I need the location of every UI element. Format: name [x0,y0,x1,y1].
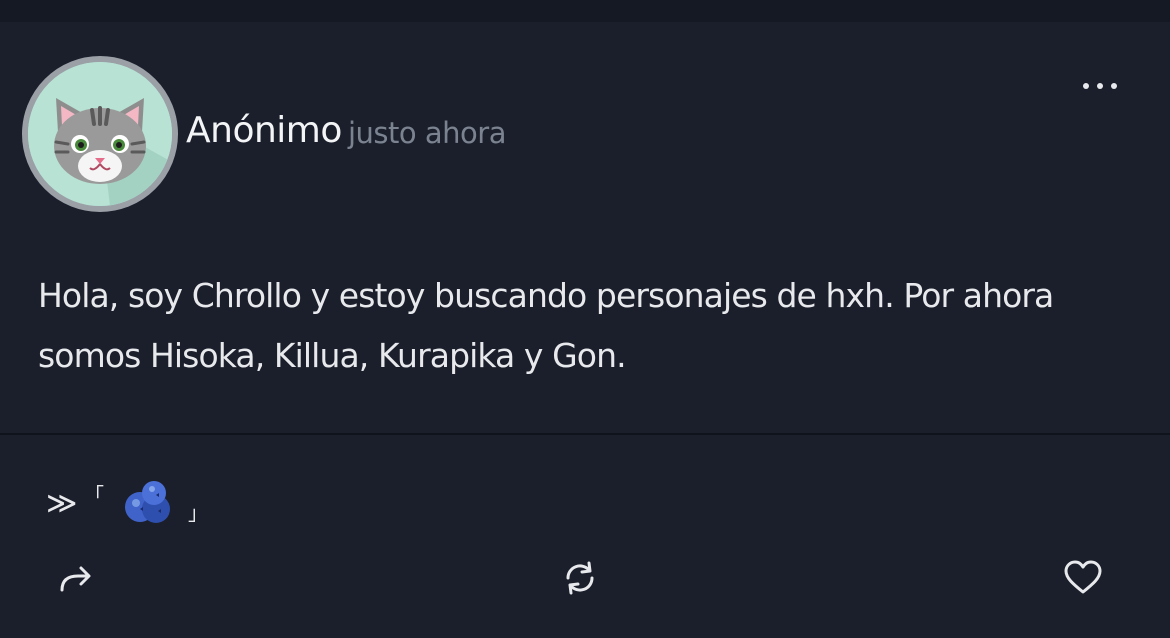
post-body-line: somos Hisoka, Killua, Kurapika y Gon. [38,336,627,375]
post-timestamp: justo ahora [348,116,506,150]
chevrons: ≫ [46,486,78,521]
share-arrow-icon [60,566,91,592]
like-button[interactable] [1061,556,1105,600]
heart-icon [1064,560,1102,594]
post-body-line: Hola, soy Chrollo y estoy buscando perso… [38,276,1054,315]
post-card: Anónimo justo ahora Hola, soy Chrollo y … [0,22,1170,638]
open-bracket: 「 [84,483,104,507]
top-strip [0,0,1170,22]
post-signature: ≫ 「 」 [44,477,224,527]
close-bracket: 」 [188,501,208,525]
repost-icon [566,561,594,595]
divider [0,433,1170,435]
more-options-button[interactable] [1078,74,1122,98]
share-button[interactable] [54,556,98,600]
more-options-icon [1083,83,1117,89]
repost-button[interactable] [558,556,602,600]
post-body: Hola, soy Chrollo y estoy buscando perso… [38,266,1148,386]
avatar[interactable] [22,56,178,212]
cat-avatar-icon [28,62,172,206]
author-name[interactable]: Anónimo [186,110,342,151]
blueberries-icon [125,481,170,523]
